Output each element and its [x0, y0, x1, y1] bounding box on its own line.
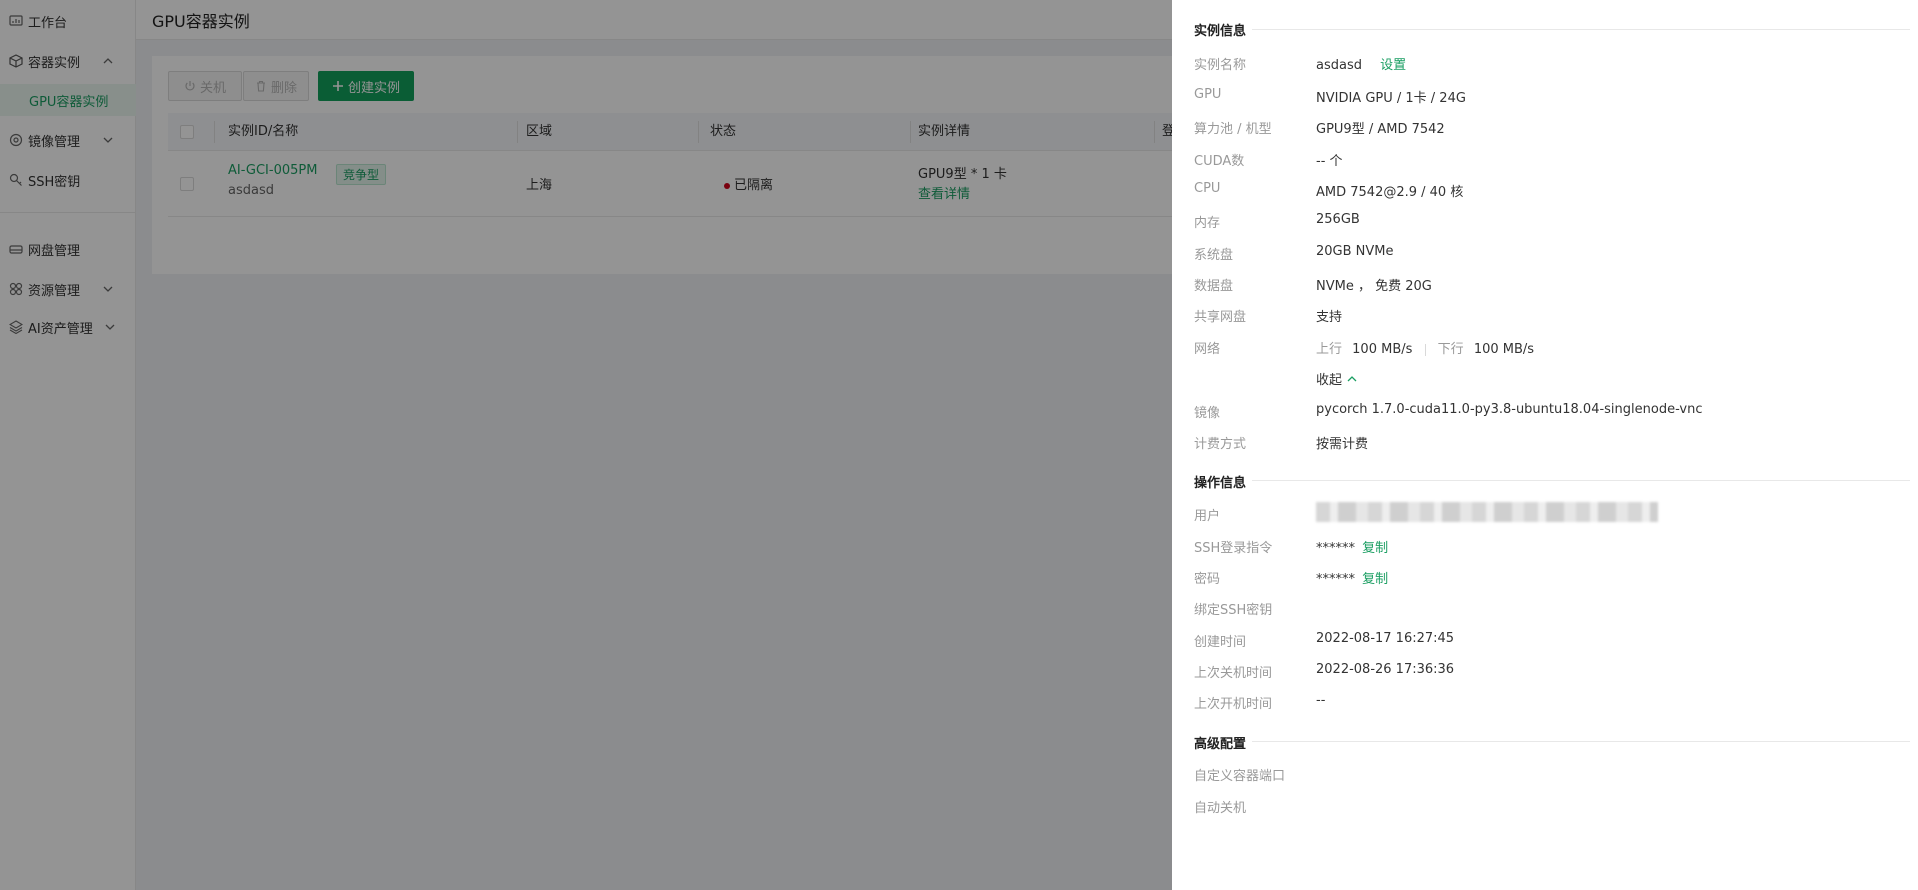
section-divider — [1252, 480, 1910, 481]
rename-link[interactable]: 设置 — [1380, 58, 1406, 73]
billing-value: 按需计费 — [1316, 437, 1369, 452]
modal-overlay[interactable] — [0, 0, 1172, 890]
network-value: 上行 100 MB/s 下行 100 MB/s — [1316, 338, 1534, 357]
pool-model-label: 算力池 / 机型 — [1194, 122, 1272, 137]
instance-detail-drawer: 实例信息 实例名称 asdasd 设置 GPU NVIDIA GPU / 1卡 … — [1172, 0, 1918, 890]
last-shutdown-value: 2022-08-26 17:36:36 — [1316, 662, 1455, 677]
system-disk-label: 系统盘 — [1194, 248, 1234, 263]
section-divider — [1252, 29, 1910, 30]
divider — [1424, 343, 1426, 356]
section-advanced: 高级配置 — [1194, 737, 1247, 752]
bind-ssh-key-label: 绑定SSH密钥 — [1194, 603, 1273, 618]
copy-ssh-button[interactable]: 复制 — [1362, 541, 1388, 556]
image-link[interactable]: pycorch 1.7.0-cuda11.0-py3.8-ubuntu18.04… — [1316, 402, 1703, 417]
collapse-label: 收起 — [1316, 373, 1343, 388]
download-value: 100 MB/s — [1473, 342, 1535, 357]
download-label: 下行 — [1437, 342, 1464, 357]
last-shutdown-label: 上次关机时间 — [1194, 666, 1273, 681]
section-divider — [1252, 741, 1910, 742]
upload-value: 100 MB/s — [1352, 342, 1413, 357]
instance-name-text: asdasd — [1316, 58, 1362, 73]
memory-value: 256GB — [1316, 212, 1360, 227]
password-masked: ****** — [1316, 572, 1355, 587]
collapse-toggle[interactable]: 收起 — [1316, 369, 1358, 388]
password-label: 密码 — [1194, 572, 1221, 587]
created-time-value: 2022-08-17 16:27:45 — [1316, 631, 1455, 646]
cpu-value: AMD 7542@2.9 / 40 核 — [1316, 185, 1464, 200]
shared-disk-label: 共享网盘 — [1194, 310, 1247, 325]
ssh-command-masked: ****** — [1316, 541, 1355, 556]
instance-name-label: 实例名称 — [1194, 58, 1247, 73]
cpu-label: CPU — [1194, 181, 1221, 196]
section-instance-info: 实例信息 — [1194, 24, 1247, 39]
billing-label: 计费方式 — [1194, 437, 1247, 452]
ssh-command-label: SSH登录指令 — [1194, 541, 1273, 556]
shared-disk-value: 支持 — [1316, 310, 1343, 325]
upload-label: 上行 — [1316, 342, 1343, 357]
data-disk-value: NVMe ， 免费 20G — [1316, 279, 1432, 294]
user-label: 用户 — [1194, 509, 1221, 524]
data-disk-label: 数据盘 — [1194, 279, 1234, 294]
cuda-value: -- 个 — [1316, 154, 1343, 169]
instance-name-value: asdasd 设置 — [1316, 54, 1406, 73]
copy-password-button[interactable]: 复制 — [1362, 572, 1388, 587]
pool-model-value: GPU9型 / AMD 7542 — [1316, 122, 1445, 137]
created-time-label: 创建时间 — [1194, 635, 1247, 650]
gpu-label: GPU — [1194, 87, 1222, 102]
auto-shutdown-label: 自动关机 — [1194, 801, 1247, 816]
custom-port-label: 自定义容器端口 — [1194, 769, 1286, 784]
memory-label: 内存 — [1194, 216, 1221, 231]
cuda-label: CUDA数 — [1194, 154, 1245, 169]
password-value: ****** 复制 — [1316, 568, 1388, 587]
last-startup-value: -- — [1316, 693, 1326, 708]
chevron-up-icon — [1347, 375, 1357, 381]
gpu-value: NVIDIA GPU / 1卡 / 24G — [1316, 91, 1466, 106]
user-value-redacted — [1316, 502, 1658, 522]
network-label: 网络 — [1194, 342, 1221, 357]
system-disk-value: 20GB NVMe — [1316, 244, 1394, 259]
ssh-command-value: ****** 复制 — [1316, 537, 1388, 556]
image-label: 镜像 — [1194, 406, 1221, 421]
section-ops-info: 操作信息 — [1194, 476, 1247, 491]
last-startup-label: 上次开机时间 — [1194, 697, 1273, 712]
